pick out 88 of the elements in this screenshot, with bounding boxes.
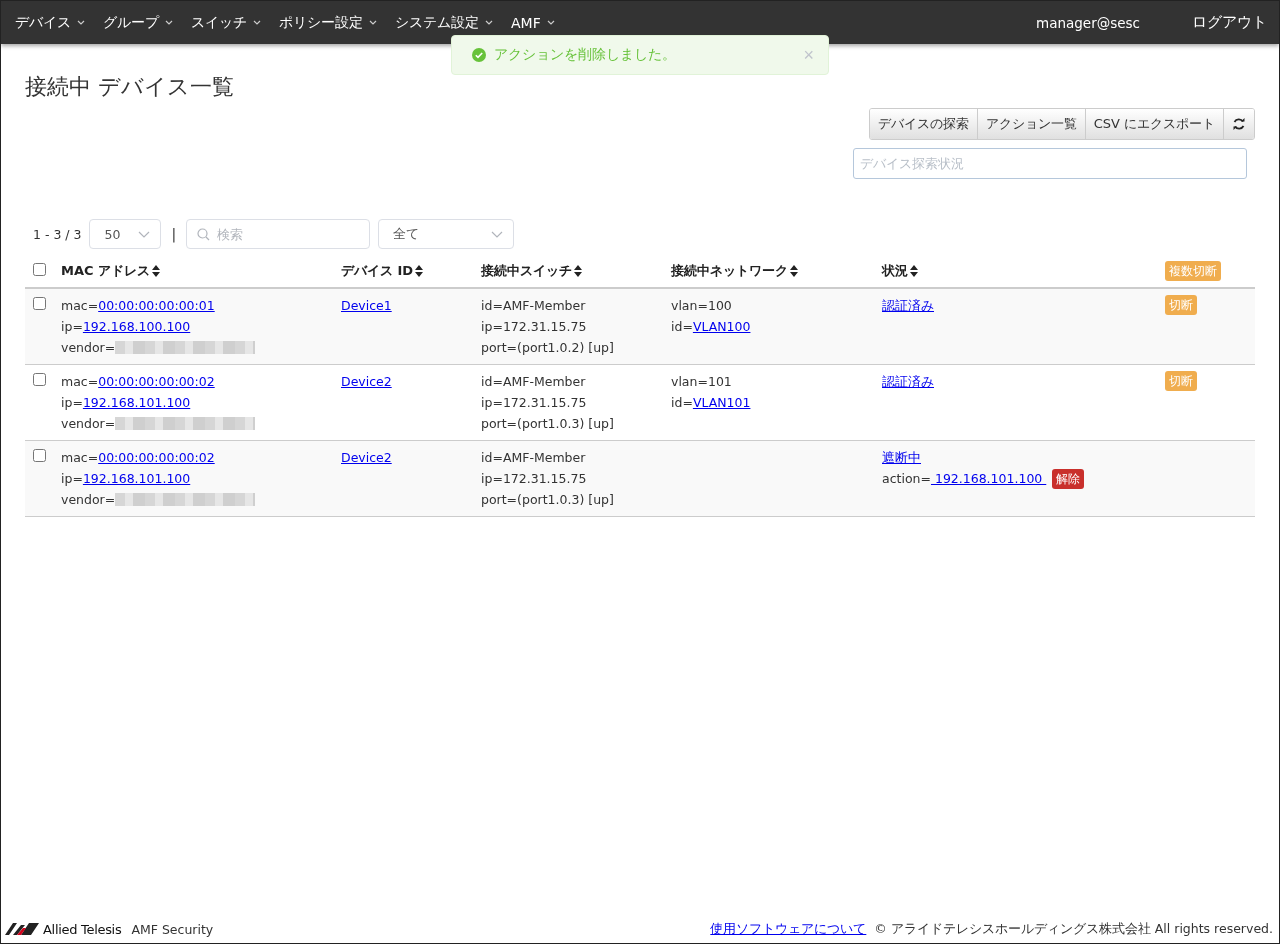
vlan-text: vlan=101 <box>671 373 732 391</box>
user-name: manager@sesc <box>1036 14 1140 31</box>
copyright-text: © アライドテレシスホールディングス株式会社 All rights reserved. <box>874 920 1273 938</box>
device-link[interactable]: Device1 <box>341 295 392 316</box>
toolbar-button[interactable]: デバイスの探索 <box>869 109 978 139</box>
ip-label: ip= <box>61 470 83 488</box>
sort-icon <box>910 265 918 277</box>
mac-label: mac= <box>61 297 99 315</box>
ip-label: ip= <box>61 394 83 412</box>
device-link[interactable]: Device2 <box>341 447 392 468</box>
chevron-icon <box>491 230 504 238</box>
column-header[interactable]: 接続中ネットワーク <box>671 262 798 280</box>
toolbar-button[interactable]: アクション一覧 <box>977 109 1086 139</box>
vendor-label: vendor= <box>61 415 116 433</box>
refresh-button[interactable] <box>1224 109 1254 139</box>
release-button[interactable]: 解除 <box>1052 468 1085 489</box>
mac-link[interactable]: 00:00:00:00:00:02 <box>98 447 215 468</box>
row-checkbox[interactable] <box>33 297 46 310</box>
nav-menu-item[interactable]: システム設定 <box>395 13 493 32</box>
mac-label: mac= <box>61 373 99 391</box>
ip-link[interactable]: 192.168.100.100 <box>82 316 191 337</box>
switch-info: id=AMF-Member <box>481 373 586 391</box>
device-link[interactable]: Device2 <box>341 371 392 392</box>
status-link[interactable]: 遮断中 <box>882 447 921 468</box>
switch-info: ip=172.31.15.75 <box>481 318 587 336</box>
column-header[interactable]: 状況 <box>882 262 918 280</box>
caret-icon <box>253 20 261 25</box>
page-size-select[interactable]: 50 <box>89 219 162 249</box>
action-link[interactable]: 192.168.101.100 <box>930 468 1047 489</box>
discovery-status-field[interactable]: デバイス探索状況 <box>853 148 1247 179</box>
nav-menu-item[interactable]: デバイス <box>15 13 85 32</box>
switch-info: port=(port1.0.3) [up] <box>481 491 614 509</box>
vendor-label: vendor= <box>61 491 116 509</box>
mac-link[interactable]: 00:00:00:00:00:01 <box>98 295 215 316</box>
nav-menu-item[interactable]: ポリシー設定 <box>279 13 377 32</box>
network-link[interactable]: VLAN100 <box>692 316 751 337</box>
column-header[interactable]: MAC アドレス <box>61 262 161 280</box>
product-name: AMF Security <box>131 921 214 937</box>
search-field[interactable]: 検索 <box>186 219 371 249</box>
result-count: 1 - 3 / 3 <box>33 226 82 242</box>
caret-icon <box>77 20 85 25</box>
column-header[interactable]: デバイス ID <box>341 262 424 280</box>
select-all-checkbox[interactable] <box>33 263 46 276</box>
status-link[interactable]: 認証済み <box>882 371 934 392</box>
row-checkbox[interactable] <box>33 373 46 386</box>
ip-link[interactable]: 192.168.101.100 <box>82 468 191 489</box>
network-id-label: id= <box>671 394 693 412</box>
toolbar-button[interactable]: CSV にエクスポート <box>1085 109 1224 139</box>
network-link[interactable]: VLAN101 <box>692 392 751 413</box>
mac-label: mac= <box>61 449 99 467</box>
switch-info: id=AMF-Member <box>481 449 586 467</box>
caret-icon <box>485 20 493 25</box>
success-icon <box>472 48 486 62</box>
action-label: action= <box>882 470 931 488</box>
separator-text: | <box>171 226 177 242</box>
nav-menu-item[interactable]: AMF <box>511 14 555 31</box>
caret-icon <box>165 20 173 25</box>
chevron-icon <box>138 230 151 238</box>
software-info-link[interactable]: 使用ソフトウェアについて <box>710 920 867 938</box>
switch-info: ip=172.31.15.75 <box>481 394 587 412</box>
status-link[interactable]: 認証済み <box>882 295 934 316</box>
filter-select[interactable]: 全て <box>378 219 515 249</box>
nav-menu-item[interactable]: グループ <box>103 13 173 32</box>
column-header[interactable]: 接続中スイッチ <box>481 262 582 280</box>
nav-menu-item[interactable]: スイッチ <box>191 13 261 32</box>
logo-icon <box>5 923 39 935</box>
toast-message: アクションを削除しました。 <box>494 46 676 64</box>
switch-info: port=(port1.0.3) [up] <box>481 415 614 433</box>
sort-icon <box>415 265 424 277</box>
refresh-icon <box>1232 117 1246 131</box>
row-checkbox[interactable] <box>33 449 46 462</box>
sort-icon <box>574 265 582 277</box>
brand-name: Allied Telesis <box>43 921 122 937</box>
mac-link[interactable]: 00:00:00:00:00:02 <box>98 371 215 392</box>
sort-icon <box>152 265 161 277</box>
switch-info: ip=172.31.15.75 <box>481 470 587 488</box>
switch-info: port=(port1.0.2) [up] <box>481 339 614 357</box>
switch-info: id=AMF-Member <box>481 297 586 315</box>
ip-label: ip= <box>61 318 83 336</box>
caret-icon <box>369 20 377 25</box>
sort-icon <box>790 265 798 277</box>
page-title: 接続中 デバイス一覧 <box>25 73 235 101</box>
vendor-label: vendor= <box>61 339 116 357</box>
logout-link[interactable]: ログアウト <box>1192 13 1267 32</box>
caret-icon <box>546 20 555 25</box>
vlan-text: vlan=100 <box>671 297 732 315</box>
ip-link[interactable]: 192.168.101.100 <box>82 392 191 413</box>
network-id-label: id= <box>671 318 693 336</box>
